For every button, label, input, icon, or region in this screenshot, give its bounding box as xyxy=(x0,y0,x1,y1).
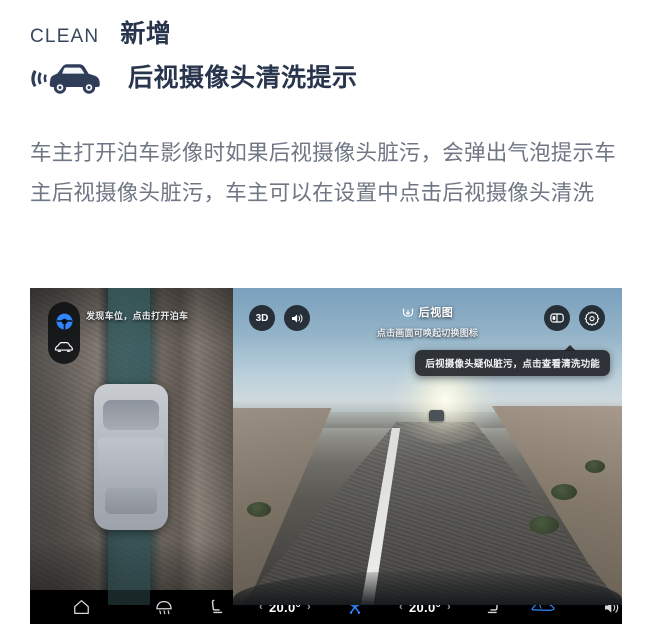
header-top-row: CLEAN 新增 xyxy=(30,14,171,50)
parking-topdown-view[interactable]: 发现车位，点击打开泊车 xyxy=(30,288,233,605)
3d-button-label: 3D xyxy=(255,312,269,324)
article-page: CLEAN 新增 后视摄像头清洗提示 车主打开泊车影像时如果后视摄像头脏污，会弹… xyxy=(0,0,652,634)
car-top-icon[interactable] xyxy=(54,340,74,354)
rear-view-icon xyxy=(402,307,414,318)
header-tag: 新增 xyxy=(120,20,172,48)
page-title: 后视摄像头清洗提示 xyxy=(128,63,358,92)
split-view-button[interactable] xyxy=(544,305,570,331)
ego-vehicle-body xyxy=(98,438,164,478)
roadside-bush xyxy=(247,502,271,517)
camera-views: 发现车位，点击打开泊车 3D 后视图 点击画面可唤起切换图标 后视摄像头疑似脏污… xyxy=(30,288,622,605)
distant-vehicle xyxy=(429,410,444,421)
roadside-bush xyxy=(529,516,559,534)
parking-controls-pill[interactable] xyxy=(48,302,80,364)
header-kicker: CLEAN xyxy=(30,26,100,47)
settings-button[interactable] xyxy=(579,305,605,331)
seat-icon xyxy=(208,598,226,616)
header-title-row: 后视摄像头清洗提示 xyxy=(24,56,358,100)
defrost-icon xyxy=(154,598,174,617)
split-view-icon xyxy=(549,310,565,326)
home-icon xyxy=(72,598,91,616)
car-sonar-icon xyxy=(24,56,112,100)
volume-icon xyxy=(290,312,305,325)
roadside-bush xyxy=(585,460,605,473)
3d-button[interactable]: 3D xyxy=(249,305,275,331)
roadside-bush xyxy=(551,484,577,500)
rear-view-title-line: 后视图 xyxy=(402,304,454,320)
rear-camera-view[interactable]: 3D 后视图 点击画面可唤起切换图标 后视摄像头疑似脏污，点击查看清洗功能 xyxy=(233,288,622,605)
rear-view-title-text: 后视图 xyxy=(418,307,454,319)
steering-wheel-icon[interactable] xyxy=(55,312,74,331)
infotainment-screenshot: 发现车位，点击打开泊车 3D 后视图 点击画面可唤起切换图标 后视摄像头疑似脏污… xyxy=(30,288,622,624)
article-paragraph: 车主打开泊车影像时如果后视摄像头脏污，会弹出气泡提示车主后视摄像头脏污，车主可以… xyxy=(30,141,616,205)
camera-dirty-tooltip[interactable]: 后视摄像头疑似脏污，点击查看清洗功能 xyxy=(415,345,610,376)
parking-hint-text: 发现车位，点击打开泊车 xyxy=(86,311,189,321)
gear-icon xyxy=(584,310,600,326)
volume-button[interactable] xyxy=(284,305,310,331)
